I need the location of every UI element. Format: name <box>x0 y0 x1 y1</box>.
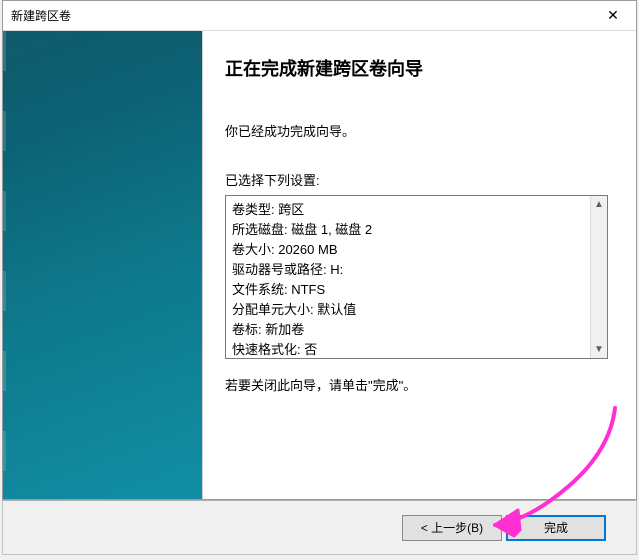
settings-line: 驱动器号或路径: H: <box>232 260 584 280</box>
wizard-side-graphic <box>3 31 203 499</box>
success-message: 你已经成功完成向导。 <box>225 121 608 140</box>
scroll-track[interactable] <box>591 213 607 341</box>
settings-box: 卷类型: 跨区 所选磁盘: 磁盘 1, 磁盘 2 卷大小: 20260 MB 驱… <box>225 195 608 359</box>
window-title: 新建跨区卷 <box>11 7 71 24</box>
settings-list: 卷类型: 跨区 所选磁盘: 磁盘 1, 磁盘 2 卷大小: 20260 MB 驱… <box>226 196 590 358</box>
close-hint: 若要关闭此向导，请单击"完成"。 <box>225 375 608 394</box>
settings-line: 卷大小: 20260 MB <box>232 240 584 260</box>
titlebar: 新建跨区卷 ✕ <box>3 1 636 31</box>
settings-line: 分配单元大小: 默认值 <box>232 300 584 320</box>
wizard-body: 正在完成新建跨区卷向导 你已经成功完成向导。 已选择下列设置: 卷类型: 跨区 … <box>3 31 636 499</box>
wizard-window: 新建跨区卷 ✕ 正在完成新建跨区卷向导 你已经成功完成向导。 已选择下列设置: … <box>2 0 637 500</box>
settings-line: 卷类型: 跨区 <box>232 200 584 220</box>
scrollbar[interactable]: ▲ ▼ <box>590 196 607 358</box>
close-icon: ✕ <box>607 7 619 24</box>
wizard-footer: < 上一步(B) 完成 <box>2 500 637 555</box>
settings-line: 卷标: 新加卷 <box>232 320 584 340</box>
back-button[interactable]: < 上一步(B) <box>402 515 502 541</box>
scroll-down-icon[interactable]: ▼ <box>591 341 607 358</box>
scroll-up-icon[interactable]: ▲ <box>591 196 607 213</box>
wizard-content: 正在完成新建跨区卷向导 你已经成功完成向导。 已选择下列设置: 卷类型: 跨区 … <box>203 31 636 499</box>
wizard-heading: 正在完成新建跨区卷向导 <box>225 55 608 81</box>
settings-line: 文件系统: NTFS <box>232 280 584 300</box>
finish-button[interactable]: 完成 <box>506 515 606 541</box>
settings-label: 已选择下列设置: <box>225 170 608 189</box>
close-button[interactable]: ✕ <box>590 1 636 31</box>
settings-line: 快速格式化: 否 <box>232 340 584 358</box>
settings-line: 所选磁盘: 磁盘 1, 磁盘 2 <box>232 220 584 240</box>
